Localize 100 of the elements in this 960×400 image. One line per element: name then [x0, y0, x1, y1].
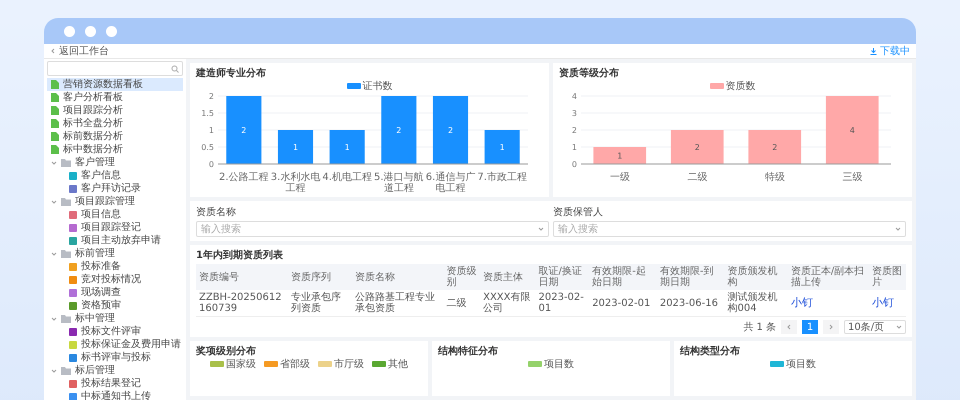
data-label: 1: [292, 143, 298, 152]
sidebar-item[interactable]: 现场调查: [47, 286, 183, 299]
sidebar-item[interactable]: 项目主动放弃申请: [47, 234, 183, 247]
legend-item: 资质数: [710, 79, 756, 93]
axis-category-label: 二级: [686, 172, 708, 183]
sidebar-group[interactable]: 项目跟踪管理: [47, 195, 183, 208]
select-field[interactable]: 输入搜索: [196, 221, 549, 237]
table-cell: ZZBH-20250612160739: [196, 290, 288, 316]
axis-tick-label: 3: [572, 109, 577, 118]
legend-item: 证书数: [346, 79, 392, 93]
chart-title: 结构类型分布: [680, 344, 741, 358]
caret-icon: [786, 324, 792, 330]
sidebar-item[interactable]: 客户分析看板: [47, 91, 183, 104]
chart-title: 奖项级别分布: [196, 344, 257, 358]
column-header: 资质主体: [480, 264, 536, 290]
sidebar-group[interactable]: 标前管理: [47, 247, 183, 260]
folder-icon: [61, 366, 71, 374]
data-label: 2: [694, 143, 700, 152]
axis-category-label: 2.公路工程: [218, 172, 270, 185]
sidebar-item[interactable]: 资格预审: [47, 299, 183, 312]
folder-icon: [61, 250, 71, 258]
axis-category-label: 4.机电工程: [321, 172, 373, 185]
axis-tick-label: 0: [208, 160, 214, 169]
axis-tick-label: 0: [572, 160, 577, 169]
data-label: 1: [344, 143, 350, 152]
table-cell: 测试颁发机构004: [724, 290, 788, 316]
axis-tick-label: 1.5: [201, 109, 214, 118]
chart-title: 建造师专业分布: [196, 66, 267, 80]
legend-item: 国家级: [210, 357, 256, 371]
caret-icon: [828, 324, 834, 330]
data-label: 1: [617, 152, 622, 160]
axis-tick-label: 1: [208, 126, 214, 135]
column-header: 资质颁发机构: [724, 264, 788, 290]
table-cell: 专业承包序列资质: [288, 290, 352, 316]
axis-tick-label: 2: [572, 126, 577, 135]
axis-category-label: 一级: [608, 172, 631, 183]
legend-item: 其他: [372, 357, 408, 371]
sidebar-item[interactable]: 项目信息: [47, 208, 183, 221]
select-field[interactable]: 输入搜索: [553, 221, 906, 237]
column-header: 资质图片: [869, 264, 906, 290]
sidebar-group[interactable]: 标后管理: [47, 364, 183, 377]
caret-icon: [51, 198, 57, 204]
column-header: 取证/换证日期: [536, 264, 590, 290]
legend-item: 项目数: [528, 357, 574, 371]
sidebar-item[interactable]: 客户拜访记录: [47, 182, 183, 195]
table-cell: 2023-02-01: [536, 290, 590, 316]
axis-tick-label: 1: [572, 143, 577, 152]
data-label: 2: [241, 126, 246, 135]
filter-label: 资质名称: [196, 206, 237, 219]
back-link[interactable]: 返回工作台: [50, 44, 109, 58]
column-header: 有效期限-到期日期: [656, 264, 724, 290]
window-dot-icon: [64, 26, 75, 36]
sidebar-item[interactable]: 营销资源数据看板: [47, 78, 183, 91]
file-link[interactable]: 小钉: [790, 296, 813, 309]
axis-tick-label: 0.5: [201, 143, 214, 152]
file-link[interactable]: 小钉: [872, 296, 894, 309]
next-page-button[interactable]: [823, 320, 839, 334]
sidebar-item[interactable]: 竞对投标情况: [47, 273, 183, 286]
caret-icon: [50, 48, 56, 54]
legend-item: 项目数: [770, 357, 816, 371]
caret-icon: [51, 368, 57, 374]
chart-title: 结构特征分布: [438, 344, 499, 358]
sidebar-group[interactable]: 标中管理: [47, 312, 183, 325]
sidebar-item[interactable]: 标前数据分析: [47, 130, 183, 143]
legend-item: 市厅级: [318, 357, 364, 371]
folder-icon: [61, 158, 71, 166]
sidebar-item[interactable]: 投标准备: [47, 260, 183, 273]
data-label: 1: [500, 143, 505, 152]
search-field[interactable]: [47, 61, 183, 76]
caret-icon: [896, 324, 902, 330]
axis-category-label: 5.港口与航道工程: [373, 172, 425, 194]
caret-icon: [538, 226, 544, 232]
sidebar-group[interactable]: 客户管理: [47, 156, 183, 169]
table-cell: 2023-02-01: [589, 290, 657, 316]
sidebar-item[interactable]: 项目跟踪分析: [47, 104, 183, 117]
folder-icon: [61, 198, 71, 206]
sidebar-item[interactable]: 客户信息: [47, 169, 183, 182]
sidebar-item[interactable]: 标书全盘分析: [47, 117, 183, 130]
sidebar-item[interactable]: 项目跟踪登记: [47, 221, 183, 234]
table-title: 1年内到期资质列表: [196, 248, 284, 262]
column-header: 资质编号: [196, 264, 288, 290]
data-label: 2: [772, 143, 778, 152]
sidebar-item[interactable]: 投标文件评审: [47, 325, 183, 338]
sidebar-item[interactable]: 投标结果登记: [47, 377, 183, 390]
caret-icon: [895, 226, 901, 232]
previous-page-button[interactable]: [781, 320, 797, 334]
data-label: 2: [396, 126, 402, 135]
total-count: 共 1 条: [743, 320, 776, 334]
sidebar-item[interactable]: 标书评审与投标: [47, 351, 183, 364]
page-size-select[interactable]: 10条/页: [844, 320, 906, 334]
legend-item: 省部级: [264, 357, 310, 371]
sidebar-item[interactable]: 标中数据分析: [47, 143, 183, 156]
filter-label: 资质保管人: [553, 206, 604, 219]
window-dot-icon: [106, 26, 117, 36]
caret-icon: [51, 316, 57, 322]
sidebar-item[interactable]: 投标保证金及费用申请: [47, 338, 183, 351]
column-header: 资质序列: [288, 264, 352, 290]
window-dot-icon: [85, 26, 96, 36]
column-header: 资质级别: [444, 264, 480, 290]
caret-icon: [51, 160, 57, 166]
